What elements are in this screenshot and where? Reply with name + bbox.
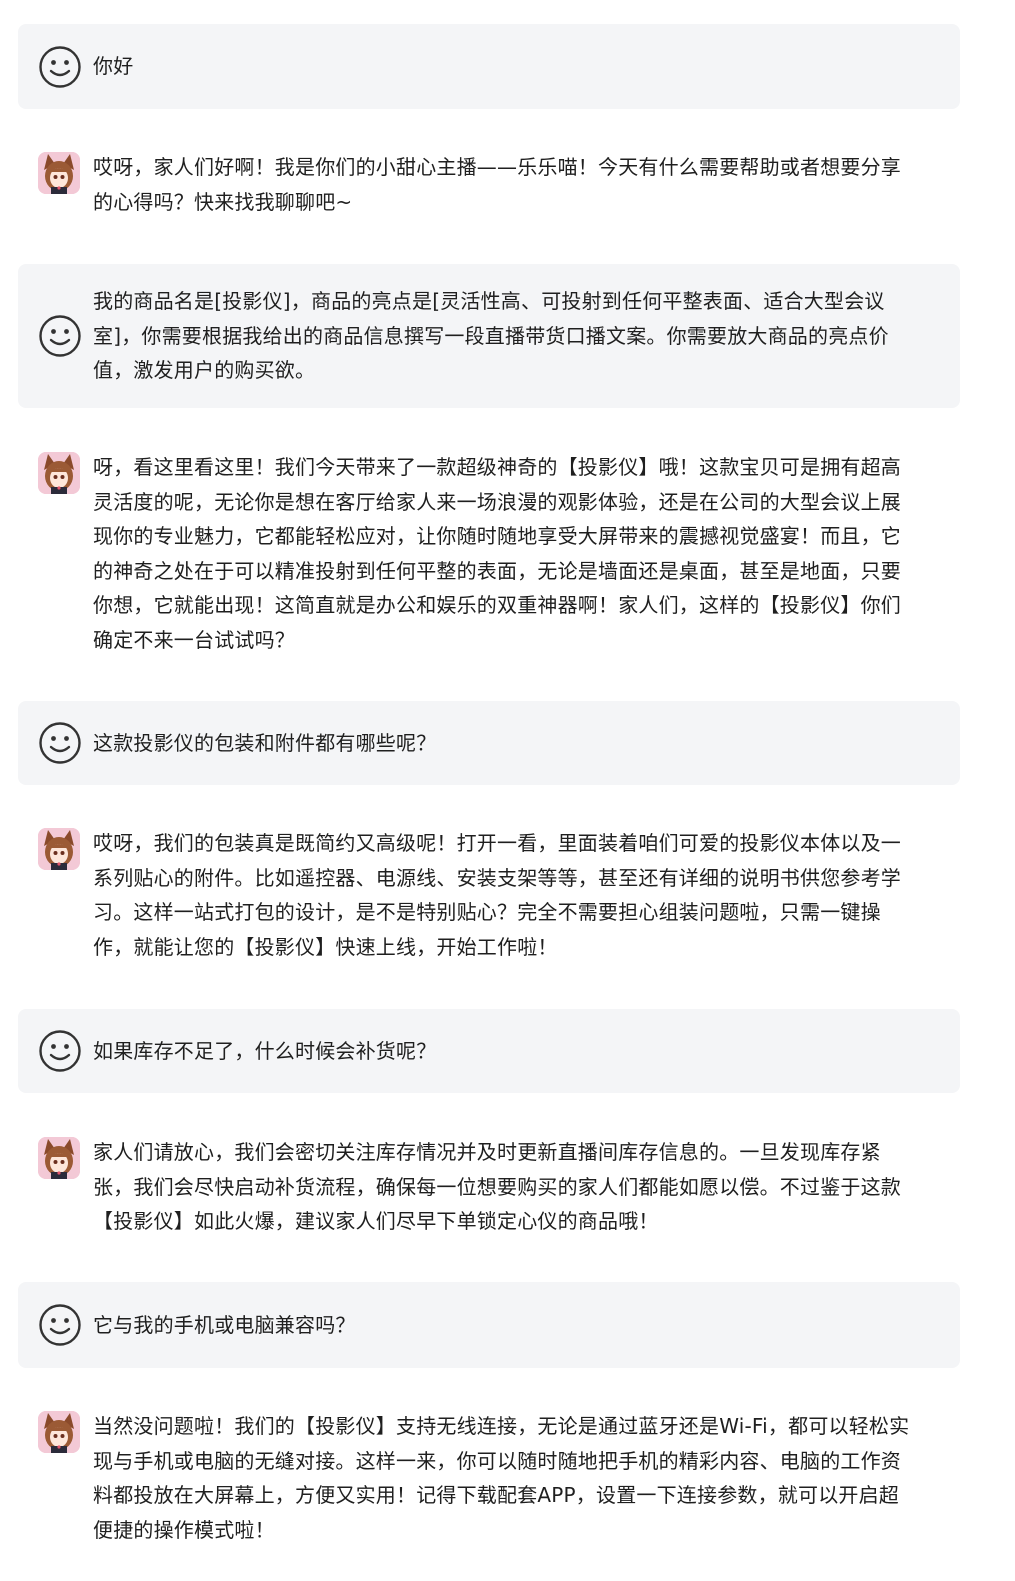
message-text: 当然没问题啦！我们的【投影仪】支持无线连接，无论是通过蓝牙还是Wi-Fi，都可以… <box>93 1414 910 1542</box>
user-message: 它与我的手机或电脑兼容吗？ <box>18 1282 960 1368</box>
assistant-message: 哎呀，家人们好啊！我是你们的小甜心主播——乐乐喵！今天有什么需要帮助或者想要分享… <box>18 152 960 222</box>
message-text: 如果库存不足了，什么时候会补货呢？ <box>93 1039 437 1063</box>
anime-catgirl-avatar-icon <box>38 152 80 194</box>
message-text: 它与我的手机或电脑兼容吗？ <box>93 1313 356 1337</box>
user-message: 你好 <box>18 24 960 109</box>
smiley-face-icon <box>38 1029 81 1072</box>
anime-catgirl-avatar-icon <box>38 1137 80 1179</box>
assistant-message: 呀，看这里看这里！我们今天带来了一款超级神奇的【投影仪】哦！这款宝贝可是拥有超高… <box>18 452 960 662</box>
assistant-message: 家人们请放心，我们会密切关注库存情况并及时更新直播间库存信息的。一旦发现库存紧 … <box>18 1137 960 1242</box>
assistant-message: 哎呀，我们的包装真是既简约又高级呢！打开一看，里面装着咱们可爱的投影仪本体以及一… <box>18 828 960 968</box>
anime-catgirl-avatar-icon <box>38 828 80 870</box>
message-text: 我的商品名是[投影仪]，商品的亮点是[灵活性高、可投射到任何平整表面、适合大型会… <box>93 289 889 382</box>
anime-catgirl-avatar-icon <box>38 452 80 494</box>
smiley-face-icon <box>38 45 81 88</box>
message-text: 哎呀，家人们好啊！我是你们的小甜心主播——乐乐喵！今天有什么需要帮助或者想要分享… <box>93 155 901 214</box>
smiley-face-icon <box>38 721 81 764</box>
anime-catgirl-avatar-icon <box>38 1411 80 1453</box>
assistant-message: 当然没问题啦！我们的【投影仪】支持无线连接，无论是通过蓝牙还是Wi-Fi，都可以… <box>18 1411 960 1551</box>
user-message: 我的商品名是[投影仪]，商品的亮点是[灵活性高、可投射到任何平整表面、适合大型会… <box>18 264 960 408</box>
user-message: 这款投影仪的包装和附件都有哪些呢？ <box>18 701 960 785</box>
message-text: 家人们请放心，我们会密切关注库存情况并及时更新直播间库存信息的。一旦发现库存紧 … <box>93 1140 901 1233</box>
message-text: 这款投影仪的包装和附件都有哪些呢？ <box>93 731 437 755</box>
smiley-face-icon <box>38 1303 81 1346</box>
smiley-face-icon <box>38 314 81 357</box>
message-text: 哎呀，我们的包装真是既简约又高级呢！打开一看，里面装着咱们可爱的投影仪本体以及一… <box>93 831 901 959</box>
message-text: 呀，看这里看这里！我们今天带来了一款超级神奇的【投影仪】哦！这款宝贝可是拥有超高… <box>93 455 901 652</box>
message-text: 你好 <box>93 54 134 78</box>
user-message: 如果库存不足了，什么时候会补货呢？ <box>18 1009 960 1093</box>
